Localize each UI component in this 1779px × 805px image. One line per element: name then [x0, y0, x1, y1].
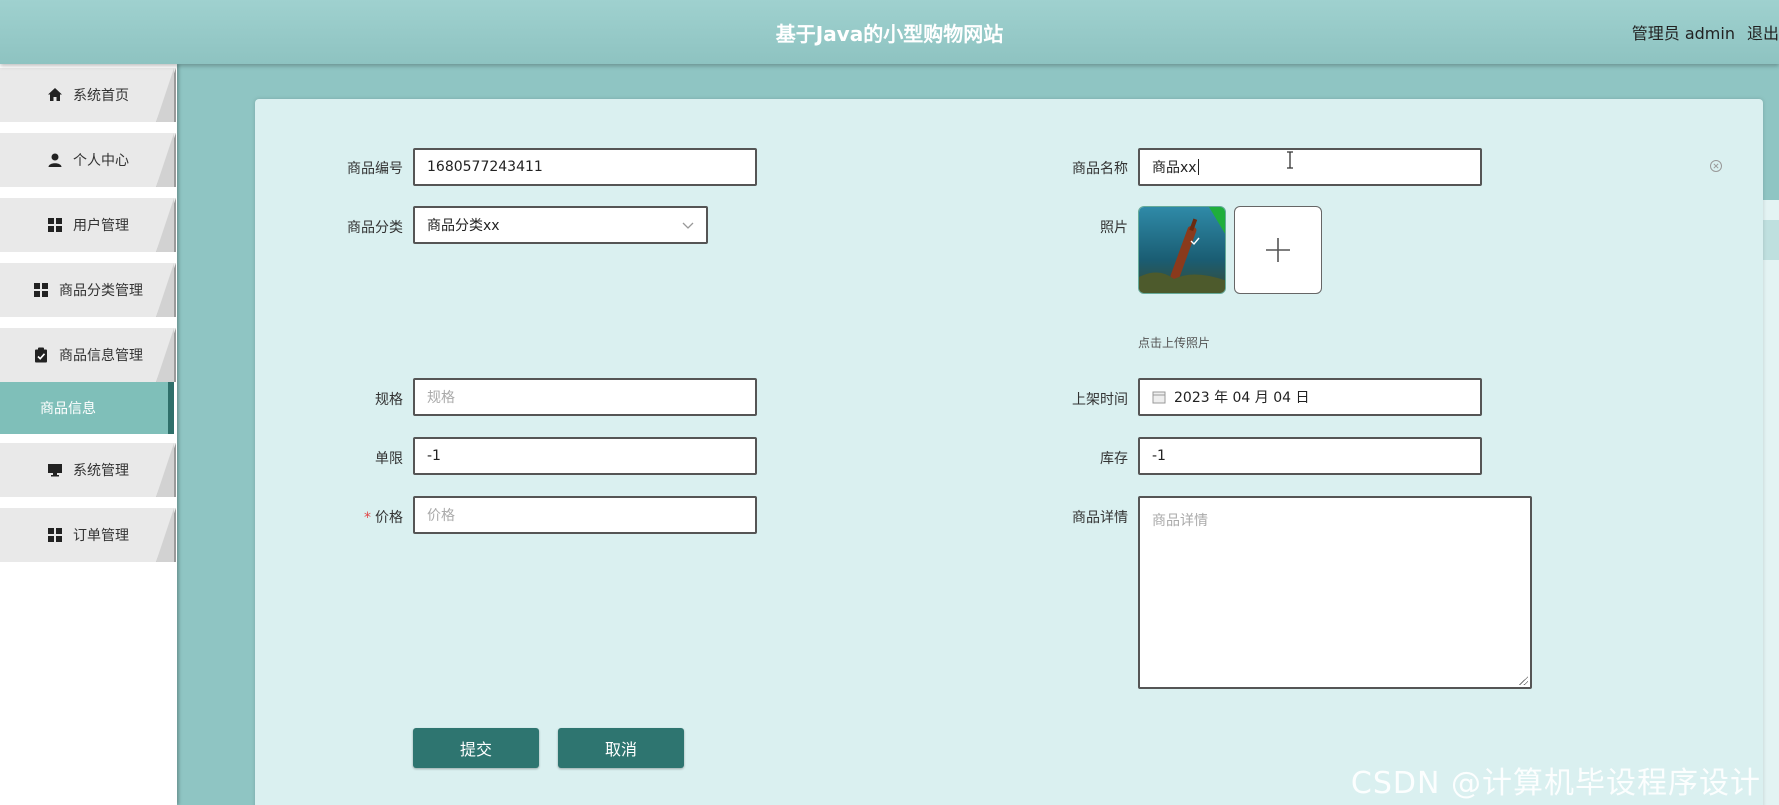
sidebar-item-label: 系统首页 [73, 88, 129, 104]
product-code-label: 商品编号 [347, 161, 403, 177]
stock-label: 库存 [1100, 451, 1128, 467]
resize-handle[interactable] [1519, 676, 1528, 685]
product-name-label: 商品名称 [1072, 161, 1128, 177]
category-label: 商品分类 [347, 220, 403, 236]
details-textarea[interactable]: 商品详情 [1138, 496, 1532, 689]
plus-icon [1266, 238, 1290, 262]
chevron-down-icon [682, 222, 694, 229]
stock-input[interactable]: -1 [1138, 437, 1482, 475]
sidebar-item-label: 商品分类管理 [59, 283, 143, 299]
submit-button[interactable]: 提交 [413, 728, 539, 768]
grid-icon [33, 282, 49, 298]
sidebar-item-category-mgmt[interactable]: 商品分类管理 [0, 263, 176, 317]
user-icon [47, 152, 63, 168]
sidebar-item-users[interactable]: 用户管理 [0, 198, 176, 252]
watermark: CSDN @计算机毕设程序设计 [1350, 766, 1761, 801]
close-icon[interactable] [1709, 159, 1723, 173]
cancel-button[interactable]: 取消 [558, 728, 684, 768]
clipboard-icon [33, 347, 49, 363]
photo-upload-hint: 点击上传照片 [1138, 336, 1211, 350]
photo-thumbnail[interactable] [1138, 206, 1226, 294]
user-label: 管理员 admin [1631, 24, 1735, 43]
sidebar-item-label: 订单管理 [73, 528, 129, 544]
sidebar-item-label: 系统管理 [73, 463, 129, 479]
spec-input[interactable]: 规格 [413, 378, 757, 416]
product-name-value: 商品xx [1152, 160, 1197, 176]
user-area: 管理员 admin 退出 [1632, 20, 1779, 44]
details-label: 商品详情 [1072, 510, 1128, 526]
details-placeholder: 商品详情 [1152, 513, 1208, 529]
home-icon [47, 87, 63, 103]
sidebar-item-product-mgmt[interactable]: 商品信息管理 [0, 328, 176, 382]
sidebar-item-label: 商品信息管理 [59, 348, 143, 364]
price-input[interactable]: 价格 [413, 496, 757, 534]
sidebar-item-orders[interactable]: 订单管理 [0, 508, 176, 562]
text-caret [1197, 159, 1199, 175]
listing-time-label: 上架时间 [1072, 392, 1128, 408]
product-name-input[interactable]: 商品xx [1138, 148, 1482, 186]
calendar-icon [1152, 391, 1166, 404]
listing-time-value: 2023 年 04 月 04 日 [1174, 390, 1310, 406]
sidebar-item-label: 个人中心 [73, 153, 129, 169]
monitor-icon [47, 462, 63, 478]
photo-upload-button[interactable] [1234, 206, 1322, 294]
sidebar-subitem-product-info[interactable]: 商品信息 [0, 382, 174, 434]
price-label: * 价格 [364, 510, 403, 526]
sidebar-item-home[interactable]: 系统首页 [0, 68, 176, 122]
site-title: 基于Java的小型购物网站 [775, 22, 1004, 46]
listing-time-date-picker[interactable]: 2023 年 04 月 04 日 [1138, 378, 1482, 416]
photo-label: 照片 [1100, 220, 1128, 236]
grid-icon [47, 527, 63, 543]
limit-input[interactable]: -1 [413, 437, 757, 475]
limit-label: 单限 [375, 451, 403, 467]
product-code-input[interactable]: 1680577243411 [413, 148, 757, 186]
sidebar-item-label: 用户管理 [73, 218, 129, 234]
sidebar-item-profile[interactable]: 个人中心 [0, 133, 176, 187]
required-mark: * [364, 510, 371, 526]
grid-icon [47, 217, 63, 233]
sidebar: 系统首页 个人中心 用户管理 商品分类管理 商品信息管理 商品信息 系统管理 订… [0, 64, 177, 805]
sidebar-item-system[interactable]: 系统管理 [0, 443, 176, 497]
category-value: 商品分类xx [427, 218, 500, 234]
category-select[interactable]: 商品分类xx [413, 206, 708, 244]
top-header: 基于Java的小型购物网站 管理员 admin 退出 [0, 0, 1779, 64]
product-photo-image [1139, 207, 1225, 293]
spec-label: 规格 [375, 392, 403, 408]
logout-link[interactable]: 退出 [1747, 24, 1779, 43]
ibeam-cursor-icon [1287, 151, 1293, 169]
